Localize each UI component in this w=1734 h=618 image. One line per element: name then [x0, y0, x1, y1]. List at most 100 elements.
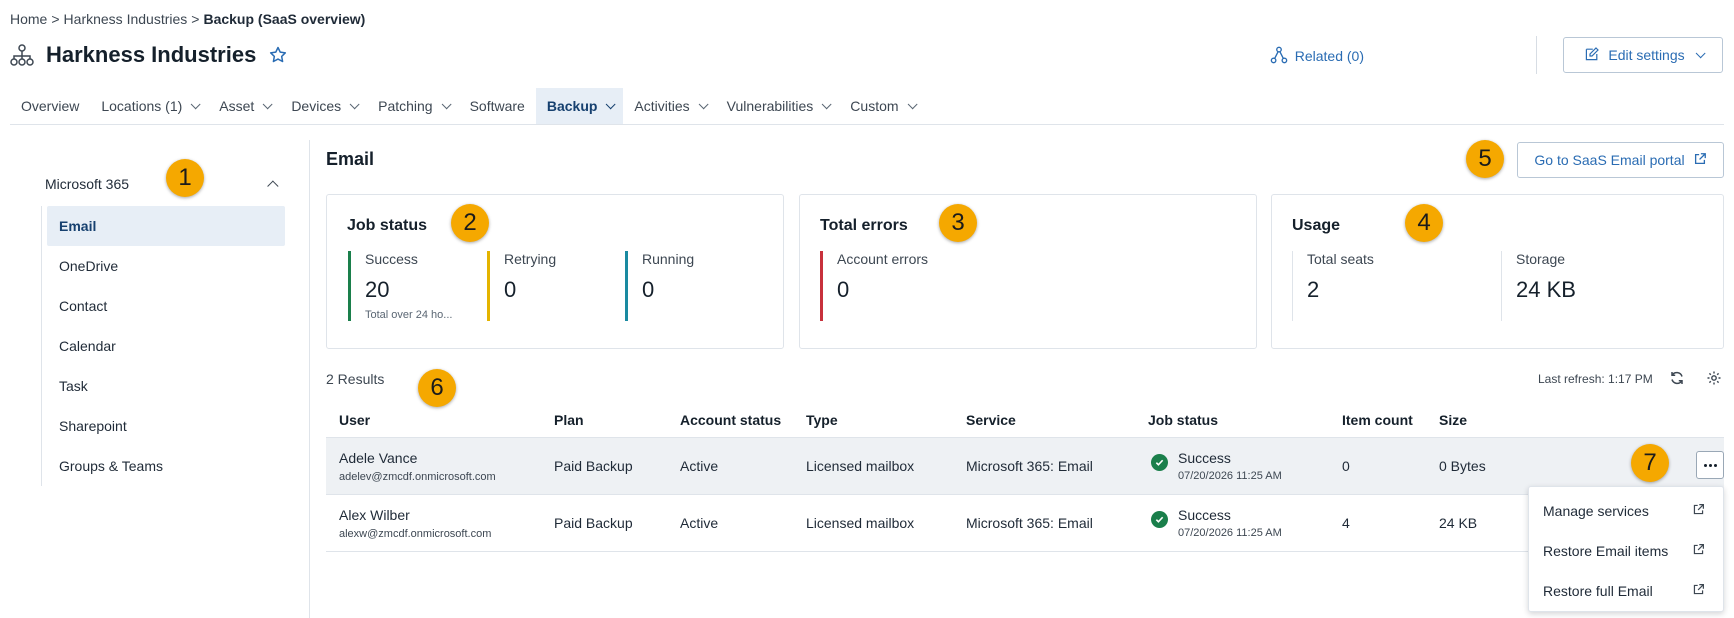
sidebar-item-label: Groups & Teams [59, 458, 164, 474]
callout-badge-1: 1 [166, 159, 204, 197]
hierarchy-icon [1270, 46, 1288, 67]
menu-item-label: Manage services [1543, 503, 1649, 519]
column-header-size[interactable]: Size [1439, 412, 1559, 428]
tab-bar: Overview Locations (1) Asset Devices Pat… [10, 88, 1724, 125]
chevron-down-icon [349, 98, 360, 109]
callout-badge-3: 3 [939, 204, 977, 242]
sidebar-item-task[interactable]: Task [42, 366, 285, 406]
tab-label: Patching [378, 98, 433, 114]
sidebar-item-groups-teams[interactable]: Groups & Teams [42, 446, 285, 486]
menu-item-manage-services[interactable]: Manage services [1529, 491, 1723, 531]
tab-label: Asset [219, 98, 255, 114]
tab-overview[interactable]: Overview [10, 88, 90, 124]
column-header-account-status[interactable]: Account status [680, 412, 806, 428]
related-label: Related (0) [1294, 48, 1364, 64]
header-divider [1536, 36, 1537, 74]
tab-label: Software [469, 98, 525, 114]
sidebar-item-contact[interactable]: Contact [42, 286, 285, 326]
chevron-down-icon [262, 98, 273, 109]
callout-badge-6: 6 [418, 369, 456, 407]
edit-settings-button[interactable]: Edit settings [1563, 37, 1723, 73]
breadcrumb-home[interactable]: Home [10, 11, 47, 27]
more-horizontal-icon [1713, 463, 1717, 467]
job-status-text: Success [1178, 450, 1231, 466]
item-count-cell: 0 [1342, 458, 1350, 474]
row-more-button[interactable] [1696, 451, 1724, 479]
breadcrumb-org[interactable]: Harkness Industries [64, 11, 188, 27]
sidebar-item-label: Contact [59, 298, 108, 314]
chevron-up-icon[interactable] [267, 180, 279, 192]
column-header-user[interactable]: User [326, 412, 554, 428]
sidebar-item-label: Task [59, 378, 88, 394]
tab-label: Backup [546, 98, 598, 114]
breadcrumb-current: Backup (SaaS overview) [203, 11, 366, 27]
metric-label: Success [365, 251, 418, 267]
menu-item-restore-full-email[interactable]: Restore full Email [1529, 571, 1723, 611]
user-cell: Adele Vance adelev@zmcdf.onmicrosoft.com [326, 450, 554, 483]
tab-label: Custom [850, 98, 899, 114]
callout-badge-5: 5 [1466, 140, 1504, 178]
column-header-service[interactable]: Service [966, 412, 1148, 428]
sidebar-item-email[interactable]: Email [47, 206, 285, 246]
total-errors-card: Total errors Account errors 0 [799, 194, 1257, 349]
pencil-icon [1584, 46, 1600, 65]
check-circle-icon [1151, 511, 1168, 528]
metric-label: Running [642, 251, 695, 267]
chevron-down-icon [1695, 47, 1706, 58]
column-header-type[interactable]: Type [806, 412, 966, 428]
table-header: User Plan Account status Type Service Jo… [326, 402, 1724, 438]
metric-success: Success 20 Total over 24 ho... [348, 251, 478, 321]
last-refresh: Last refresh: 1:17 PM [1538, 372, 1653, 386]
account-status-cell: Active [680, 458, 719, 474]
external-link-icon [1693, 152, 1707, 169]
column-header-item-count[interactable]: Item count [1342, 412, 1439, 428]
tab-patching[interactable]: Patching [367, 88, 458, 124]
chevron-down-icon [606, 98, 616, 109]
tab-asset[interactable]: Asset [208, 88, 280, 124]
metric-subtext: Total over 24 ho... [365, 309, 453, 321]
column-header-job-status[interactable]: Job status [1148, 412, 1342, 428]
sidebar-item-label: Email [59, 218, 97, 234]
related-link[interactable]: Related (0) [1270, 42, 1364, 70]
menu-item-label: Restore full Email [1543, 583, 1653, 599]
tab-custom[interactable]: Custom [839, 88, 924, 124]
type-cell: Licensed mailbox [806, 515, 915, 531]
sidebar-item-sharepoint[interactable]: Sharepoint [42, 406, 285, 446]
saas-email-portal-button[interactable]: Go to SaaS Email portal [1517, 142, 1724, 178]
tab-activities[interactable]: Activities [623, 88, 715, 124]
menu-item-restore-email-items[interactable]: Restore Email items [1529, 531, 1723, 571]
column-header-plan[interactable]: Plan [554, 412, 680, 428]
portal-button-label: Go to SaaS Email portal [1534, 152, 1685, 168]
tab-software[interactable]: Software [459, 88, 536, 124]
user-cell: Alex Wilber alexw@zmcdf.onmicrosoft.com [326, 507, 554, 540]
metric-label: Account errors [837, 251, 929, 267]
sidebar-item-label: OneDrive [59, 258, 119, 274]
tab-devices[interactable]: Devices [280, 88, 367, 124]
more-horizontal-icon [1708, 463, 1712, 467]
tab-label: Vulnerabilities [726, 98, 814, 114]
star-icon[interactable] [268, 45, 288, 65]
job-status-time: 07/20/2026 11:25 AM [1178, 470, 1282, 482]
table-row[interactable]: Adele Vance adelev@zmcdf.onmicrosoft.com… [326, 438, 1724, 495]
tab-vulnerabilities[interactable]: Vulnerabilities [716, 88, 840, 124]
user-name: Alex Wilber [339, 506, 410, 523]
page-title: Harkness Industries [46, 42, 257, 67]
job-status-cell: Success 07/20/2026 11:25 AM [1148, 450, 1342, 482]
callout-badge-7: 7 [1631, 444, 1669, 482]
sidebar-item-onedrive[interactable]: OneDrive [42, 246, 285, 286]
sidebar-group-microsoft-365[interactable]: Microsoft 365 [45, 176, 285, 192]
job-status-cell: Success 07/20/2026 11:25 AM [1148, 507, 1342, 539]
metric-value: 0 [642, 277, 655, 302]
sidebar-item-calendar[interactable]: Calendar [42, 326, 285, 366]
card-title: Job status [347, 217, 428, 234]
usage-card: Usage Total seats 2 Storage 24 KB [1271, 194, 1724, 349]
refresh-icon[interactable] [1669, 370, 1685, 389]
more-horizontal-icon [1703, 463, 1707, 467]
tab-backup[interactable]: Backup [535, 88, 624, 124]
metric-label: Total seats [1307, 251, 1374, 267]
gear-icon[interactable] [1706, 370, 1722, 389]
menu-item-label: Restore Email items [1543, 543, 1669, 559]
tab-locations[interactable]: Locations (1) [90, 88, 208, 124]
tab-label: Overview [21, 98, 80, 114]
table-row[interactable]: Alex Wilber alexw@zmcdf.onmicrosoft.com … [326, 495, 1724, 552]
